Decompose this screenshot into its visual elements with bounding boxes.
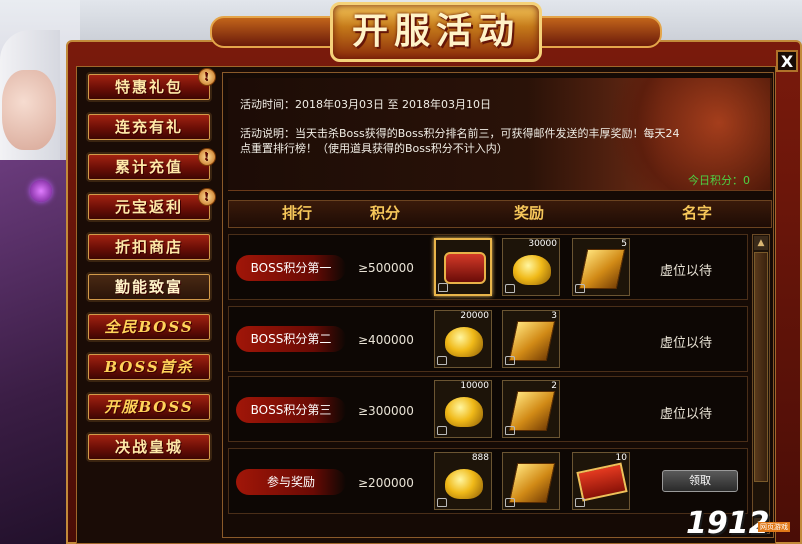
- reward-slot[interactable]: 5: [572, 238, 630, 296]
- character-face: [2, 70, 56, 150]
- alert-badge-icon: !: [198, 188, 216, 206]
- sidebar-item-label: 开服BOSS: [104, 398, 194, 416]
- reward-slot[interactable]: [434, 238, 492, 296]
- gold-bar-icon: [508, 463, 556, 503]
- red-ticket-icon: [576, 462, 628, 502]
- sidebar-item-world-boss[interactable]: 全民BOSS: [86, 312, 212, 342]
- lock-icon: [437, 498, 447, 507]
- sidebar-item-diligence[interactable]: 勤能致富: [86, 272, 212, 302]
- gold-ingot-icon: [445, 327, 483, 357]
- rank-label: 参与奖励: [236, 469, 346, 495]
- player-name: 虚位以待: [660, 264, 713, 279]
- sidebar-item-label: 折扣商店: [114, 238, 183, 256]
- sidebar-item-label: BOSS首杀: [104, 358, 194, 376]
- sidebar-item-consecutive-recharge[interactable]: 连充有礼: [86, 112, 212, 142]
- sidebar-item-label: 决战皇城: [114, 438, 183, 456]
- alert-badge-icon: !: [198, 68, 216, 86]
- reward-slot[interactable]: 20000: [434, 310, 492, 368]
- player-name: 虚位以待: [660, 407, 713, 422]
- lock-icon: [505, 498, 515, 507]
- item-count: 20000: [460, 311, 489, 321]
- item-count: 3: [551, 311, 557, 321]
- gold-ingot-icon: [513, 255, 551, 285]
- rank-label: BOSS积分第一: [236, 255, 346, 281]
- activity-time: 活动时间：2018年03月03日 至 2018年03月10日: [240, 98, 491, 111]
- item-count: 5: [621, 239, 627, 249]
- treasure-chest-icon: [444, 252, 486, 284]
- sidebar-item-label: 元宝返利: [114, 198, 183, 216]
- reward-slot[interactable]: 10: [572, 452, 630, 510]
- close-button[interactable]: X: [776, 50, 798, 72]
- score-requirement: ≥300000: [358, 404, 414, 418]
- reward-slot[interactable]: 10000: [434, 380, 492, 438]
- activity-description-line2: 点重置排行榜！（使用道具获得的Boss积分不计入内）: [240, 142, 508, 155]
- header-name: 名字: [682, 204, 713, 222]
- window-title: 开服活动: [351, 10, 520, 52]
- lock-icon: [505, 356, 515, 365]
- banner-wing-left: [210, 16, 340, 48]
- today-score: 今日积分：0: [688, 174, 750, 187]
- lock-icon: [438, 283, 448, 292]
- gold-ingot-icon: [445, 397, 483, 427]
- score-requirement: ≥500000: [358, 261, 414, 275]
- item-count: 30000: [528, 239, 557, 249]
- site-logo-subtitle: 网页游戏: [758, 522, 790, 532]
- scroll-up-icon[interactable]: ▲: [754, 236, 768, 250]
- sidebar-item-label: 连充有礼: [114, 118, 183, 136]
- lock-icon: [575, 498, 585, 507]
- sidebar-item-special-gift[interactable]: 特惠礼包 !: [86, 68, 216, 102]
- alert-badge-icon: !: [198, 148, 216, 166]
- item-count: 2: [551, 381, 557, 391]
- rank-label: BOSS积分第二: [236, 326, 346, 352]
- sidebar-item-label: 累计充值: [114, 158, 183, 176]
- header-score: 积分: [370, 204, 401, 222]
- site-logo: 1912: [686, 506, 770, 541]
- score-requirement: ≥200000: [358, 476, 414, 490]
- player-name: 虚位以待: [660, 336, 713, 351]
- item-count: 10000: [460, 381, 489, 391]
- reward-slot[interactable]: [502, 452, 560, 510]
- sidebar-item-boss-first-kill[interactable]: BOSS首杀: [86, 352, 212, 382]
- sidebar-item-label: 全民BOSS: [104, 318, 194, 336]
- header-reward: 奖励: [514, 204, 545, 222]
- gold-bar-icon: [578, 249, 626, 289]
- lock-icon: [437, 426, 447, 435]
- gold-bar-icon: [508, 391, 556, 431]
- claim-button[interactable]: 领取: [662, 470, 738, 492]
- item-count: 10: [615, 453, 627, 463]
- score-requirement: ≥400000: [358, 333, 414, 347]
- sidebar-item-label: 特惠礼包: [114, 78, 183, 96]
- item-count: 888: [471, 453, 489, 463]
- sidebar-item-label: 勤能致富: [114, 278, 183, 296]
- sidebar-item-server-boss[interactable]: 开服BOSS: [86, 392, 212, 422]
- activity-sidebar: 特惠礼包 ! 连充有礼 累计充值 ! 元宝返利 ! 折扣商店 勤能致富 全民BO…: [82, 68, 218, 538]
- rank-label: BOSS积分第三: [236, 397, 346, 423]
- lock-icon: [575, 284, 585, 293]
- lock-icon: [437, 356, 447, 365]
- banner-wing-right: [532, 16, 662, 48]
- sidebar-item-discount-shop[interactable]: 折扣商店: [86, 232, 212, 262]
- lock-icon: [505, 426, 515, 435]
- reward-slot[interactable]: 2: [502, 380, 560, 438]
- gold-ingot-icon: [445, 469, 483, 499]
- scrollbar-thumb[interactable]: [754, 252, 768, 482]
- reward-slot[interactable]: 888: [434, 452, 492, 510]
- reward-slot[interactable]: 3: [502, 310, 560, 368]
- activity-description-line1: 活动说明：当天击杀Boss获得的Boss积分排名前三，可获得邮件发送的丰厚奖励！…: [240, 127, 680, 140]
- header-rank: 排行: [282, 204, 313, 222]
- sidebar-item-ingot-rebate[interactable]: 元宝返利 !: [86, 188, 216, 222]
- sidebar-item-imperial-city[interactable]: 决战皇城: [86, 432, 212, 462]
- lock-icon: [505, 284, 515, 293]
- reward-slot[interactable]: 30000: [502, 238, 560, 296]
- sidebar-item-cumulative-recharge[interactable]: 累计充值 !: [86, 148, 216, 182]
- gold-bar-icon: [508, 321, 556, 361]
- gem-icon: [30, 180, 52, 202]
